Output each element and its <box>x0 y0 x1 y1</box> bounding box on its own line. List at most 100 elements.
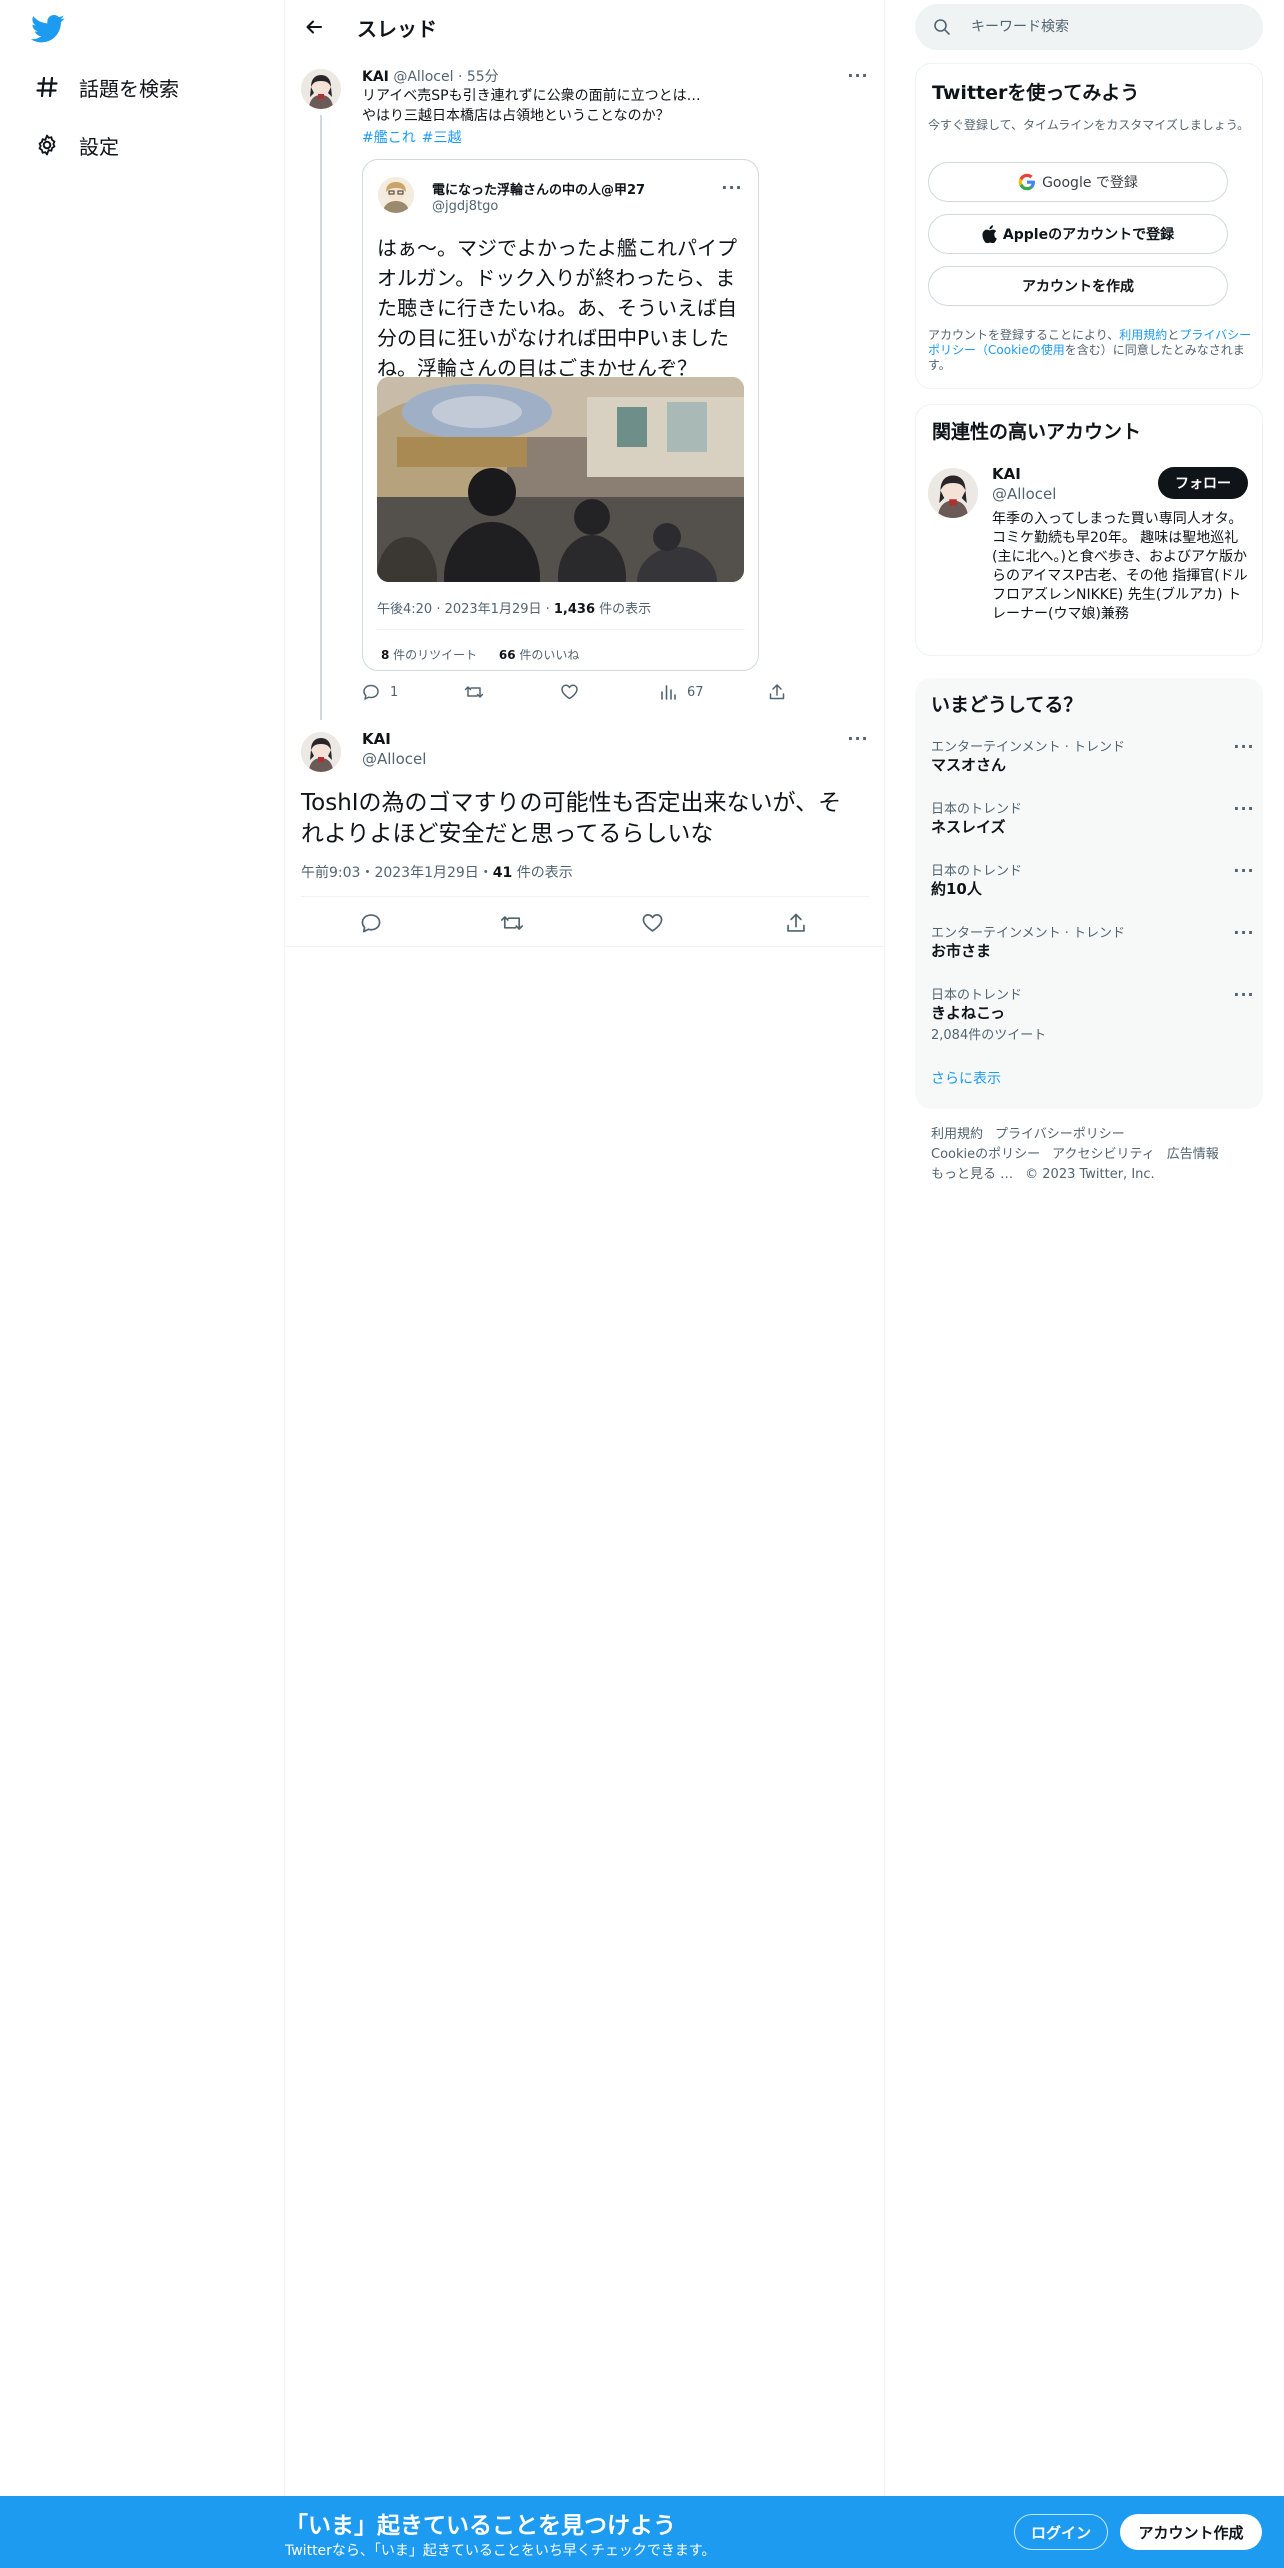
like-label[interactable]: 件のいいね <box>516 648 579 662</box>
avatar[interactable] <box>928 468 978 518</box>
arrow-left-icon <box>306 20 322 34</box>
account-handle[interactable]: @Allocel <box>992 485 1056 503</box>
retweet-button[interactable] <box>464 683 494 701</box>
more-options-button[interactable]: ··· <box>1231 860 1257 880</box>
trend-item[interactable]: 日本のトレンド きよねこっ 2,084件のツイート ··· <box>915 984 1263 1044</box>
follow-button[interactable]: フォロー <box>1158 467 1248 499</box>
twitter-logo-icon[interactable] <box>31 14 65 44</box>
trend-name: 約10人 <box>931 880 982 898</box>
tweet-time[interactable]: 55分 <box>467 69 499 85</box>
more-options-button[interactable]: ··· <box>719 177 745 197</box>
trend-item[interactable]: 日本のトレンド ネスレイズ ··· <box>915 798 1263 858</box>
google-signup-button[interactable]: Google で登録 <box>928 162 1228 202</box>
views-count: 41 <box>492 865 513 881</box>
apple-icon <box>982 225 997 243</box>
divider <box>285 946 885 947</box>
trend-name: きよねこっ <box>931 1004 1005 1022</box>
more-options-button[interactable]: ··· <box>1231 736 1257 756</box>
share-button[interactable] <box>785 912 817 934</box>
author-handle[interactable]: @Allocel <box>393 69 453 85</box>
reply-icon <box>363 684 379 700</box>
footer-links: 利用規約 プライバシーポリシー Cookieのポリシー アクセシビリティ 広告情報 も… <box>931 1125 1251 1185</box>
hashtag-icon <box>33 73 61 101</box>
signup-terms: アカウントを登録することにより、利用規約とプライバシーポリシー（Cookieの使… <box>928 328 1253 373</box>
related-accounts-card: 関連性の高いアカウント KAI @Allocel フォロー 年季の入ってしまった… <box>915 404 1263 656</box>
search-box[interactable] <box>915 4 1263 50</box>
nav-explore[interactable]: 話題を検索 <box>33 67 179 107</box>
trend-tweet-count: 2,084件のツイート <box>931 1028 1047 1043</box>
account-name[interactable]: KAI <box>992 465 1021 483</box>
like-button[interactable] <box>560 683 589 701</box>
trend-item[interactable]: エンターテインメント · トレンド お市さま ··· <box>915 922 1263 982</box>
search-input[interactable] <box>971 4 1251 50</box>
tweet-time[interactable]: 午前9:03・2023年1月29日・ <box>301 865 493 881</box>
footer-cookie-link[interactable]: Cookieのポリシー <box>931 1147 1040 1162</box>
nav-settings[interactable]: 設定 <box>33 125 119 165</box>
signup-card-subtitle: 今すぐ登録して、タイムラインをカスタマイズしましょう。 <box>928 118 1250 132</box>
more-options-button[interactable]: ··· <box>1231 922 1257 942</box>
like-count[interactable]: 66 <box>499 648 516 662</box>
more-options-button[interactable]: ··· <box>845 65 871 85</box>
share-icon <box>769 684 785 700</box>
hashtag-link[interactable]: #三越 <box>422 130 462 146</box>
signup-button[interactable]: アカウント作成 <box>1120 2514 1262 2550</box>
more-options-button[interactable]: ··· <box>1231 798 1257 818</box>
footer-accessibility-link[interactable]: アクセシビリティ <box>1052 1147 1155 1162</box>
quoted-views-label: 件の表示 <box>595 602 652 617</box>
show-more-link[interactable]: さらに表示 <box>931 1068 1001 1088</box>
search-icon <box>934 19 950 35</box>
login-button[interactable]: ログイン <box>1014 2514 1108 2550</box>
footer-terms-link[interactable]: 利用規約 <box>931 1127 983 1142</box>
tweet-text-line: リアイベ売SPも引き連れずに公衆の面前に立つとは… <box>362 88 701 104</box>
reply-button[interactable]: 1 <box>362 683 398 701</box>
trend-category: 日本のトレンド <box>931 864 1023 879</box>
more-options-button[interactable]: ··· <box>1231 984 1257 1004</box>
quoted-tweet-text: はぁ～。マジでよかったよ艦これパイプオルガン。ドック入りが終わったら、また聴きに… <box>377 236 737 380</box>
more-options-button[interactable]: ··· <box>845 728 871 748</box>
retweet-label[interactable]: 件のリツイート <box>389 648 477 662</box>
terms-link[interactable]: 利用規約 <box>1119 328 1167 342</box>
thread-connector <box>320 115 322 720</box>
quoted-tweet[interactable]: 電になった浮輪さんの中の人@甲27 @jgdj8tgo ··· はぁ～。マジでよ… <box>362 159 759 671</box>
quoted-tweet-stats: 8 件のリツイート 66 件のいいね <box>381 646 579 663</box>
footer-privacy-link[interactable]: プライバシーポリシー <box>995 1127 1125 1142</box>
bottom-signup-bar: 「いま」起きていることを見つけよう Twitterなら、「いま」起きていることを… <box>0 2496 1284 2568</box>
cookie-link[interactable]: （Cookieの使用 <box>976 343 1065 357</box>
divider <box>377 629 745 630</box>
gear-icon <box>33 131 61 159</box>
left-navigation: 話題を検索 設定 <box>0 0 285 2496</box>
author-handle[interactable]: @Allocel <box>362 750 426 768</box>
views-label: 件の表示 <box>512 865 573 881</box>
trends-card-title: いまどうしてる？ <box>931 694 1083 716</box>
trend-item[interactable]: エンターテインメント · トレンド マスオさん ··· <box>915 736 1263 796</box>
tweet-photo[interactable] <box>377 377 744 582</box>
tweet-text: リアイベ売SPも引き連れずに公衆の面前に立つとは… やはり三越日本橋店は占領地と… <box>362 86 762 126</box>
footer-more-link[interactable]: もっと見る … <box>931 1167 1013 1182</box>
related-card-title: 関連性の高いアカウント <box>932 421 1142 443</box>
hashtag-link[interactable]: #艦これ <box>362 130 416 146</box>
author-name[interactable]: KAI <box>362 69 389 85</box>
signup-card-title: Twitterを使ってみよう <box>932 82 1140 104</box>
reply-button[interactable] <box>360 912 392 934</box>
create-account-label: アカウントを作成 <box>1022 279 1134 295</box>
apple-signup-button[interactable]: Appleのアカウントで登録 <box>928 214 1228 254</box>
views-button[interactable]: 67 <box>659 683 704 701</box>
account-bio: 年季の入ってしまった買い専同人オタ。コミケ勤続も早20年。 趣味は聖地巡礼(主に… <box>992 511 1248 622</box>
trend-category: 日本のトレンド <box>931 988 1023 1003</box>
author-name[interactable]: KAI <box>362 730 391 748</box>
share-button[interactable] <box>768 683 796 701</box>
footer-ads-link[interactable]: 広告情報 <box>1167 1147 1219 1162</box>
avatar[interactable] <box>301 732 341 772</box>
retweet-button[interactable] <box>500 912 534 934</box>
avatar[interactable] <box>378 177 414 213</box>
like-button[interactable] <box>641 912 674 934</box>
trend-item[interactable]: 日本のトレンド 約10人 ··· <box>915 860 1263 920</box>
trend-category: エンターテインメント · トレンド <box>931 740 1126 755</box>
divider <box>301 896 869 897</box>
nav-explore-label: 話題を検索 <box>79 76 179 101</box>
create-account-button[interactable]: アカウントを作成 <box>928 266 1228 306</box>
avatar[interactable] <box>301 69 341 109</box>
quoted-author-handle: @jgdj8tgo <box>432 199 499 214</box>
quoted-views-count: 1,436 <box>553 602 596 617</box>
back-button[interactable] <box>297 10 331 44</box>
